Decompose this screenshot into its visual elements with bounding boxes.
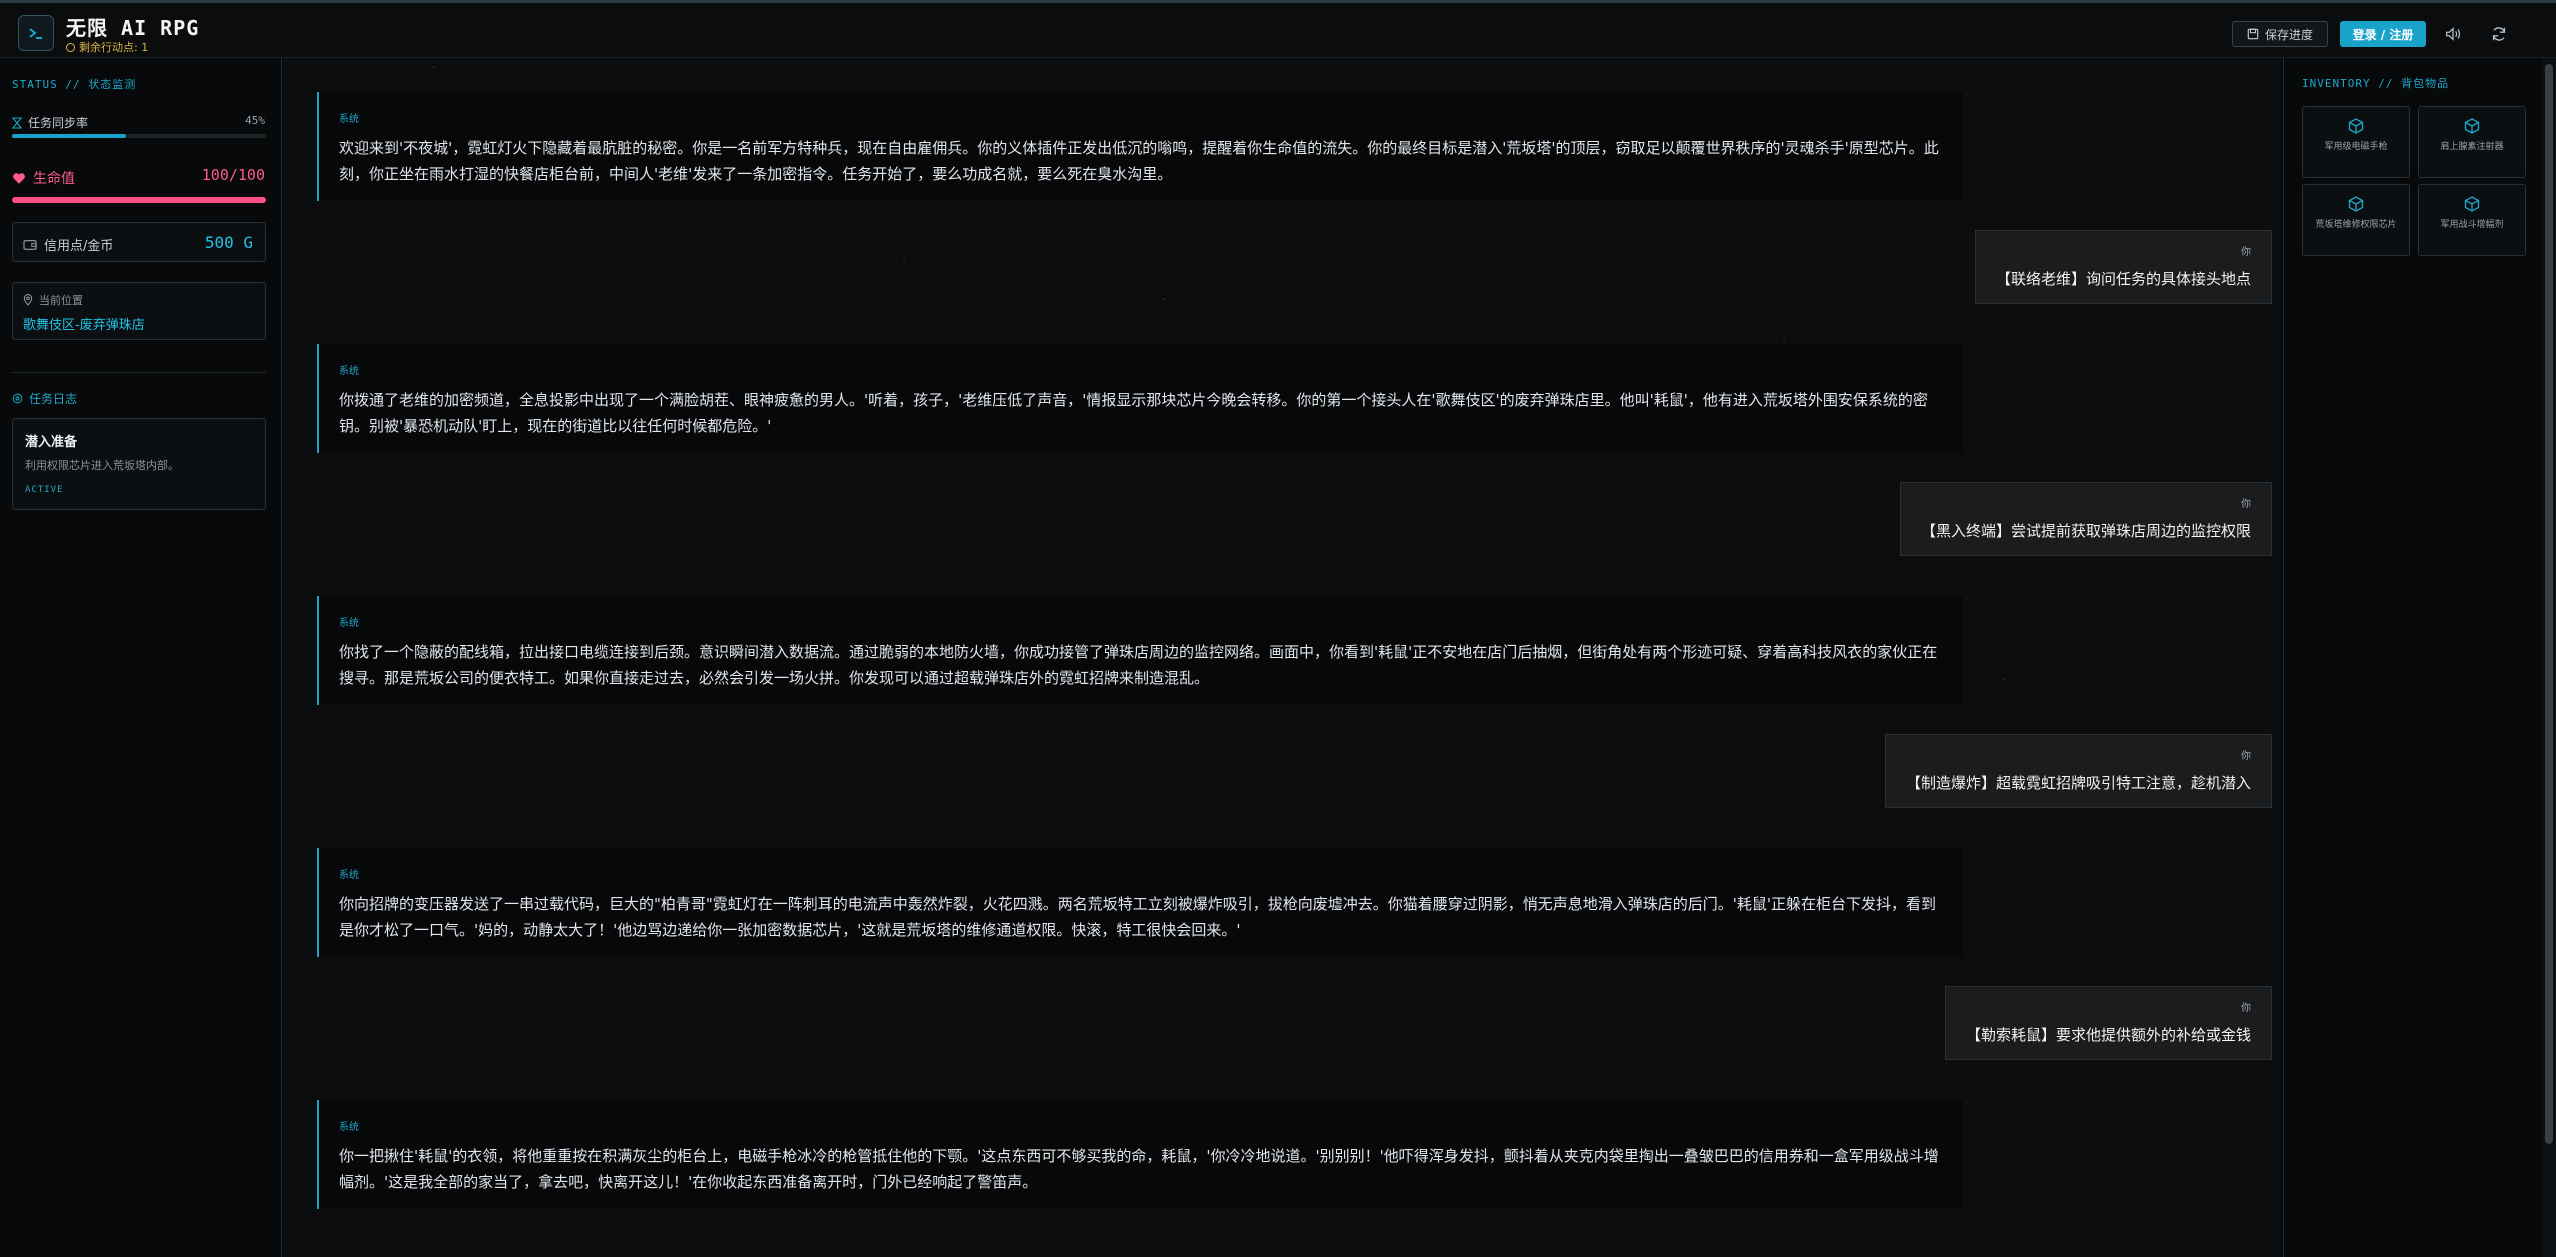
location-value: 歌舞伎区-废弃弹珠店 (23, 318, 145, 333)
user-action-text: 【联络老维】询问任务的具体接头地点 (1995, 270, 2251, 288)
user-action-message: 你 【勒索耗鼠】要求他提供额外的补给或金钱 (1944, 986, 2272, 1060)
save-progress-button[interactable]: 保存进度 (2232, 21, 2328, 47)
system-tag: 系统 (339, 1122, 359, 1133)
cube-icon (2348, 118, 2364, 134)
system-tag: 系统 (339, 366, 359, 377)
save-progress-label: 保存进度 (2264, 27, 2313, 42)
divider (12, 372, 266, 373)
terminal-icon (18, 15, 54, 51)
hp-bar-fill (12, 197, 266, 203)
user-action-message: 你 【联络老维】询问任务的具体接头地点 (1974, 230, 2272, 304)
user-tag: 你 (2241, 247, 2251, 258)
scrollbar[interactable] (2542, 58, 2556, 1257)
location-card: 当前位置 歌舞伎区-废弃弹珠店 (12, 282, 266, 340)
system-message: 系统 你拨通了老维的加密频道，全息投影中出现了一个满脸胡茬、眼神疲惫的男人。'听… (317, 344, 1963, 453)
action-points-text: 剩余行动点: 1 (79, 41, 149, 54)
save-icon (2247, 28, 2259, 40)
login-register-button[interactable]: 登录 / 注册 (2340, 21, 2426, 47)
clock-icon (66, 42, 75, 52)
cube-icon (2348, 196, 2364, 212)
user-action-message: 你 【黑入终端】尝试提前获取弹珠店周边的监控权限 (1899, 482, 2272, 556)
user-action-text: 【勒索耗鼠】要求他提供额外的补给或金钱 (1965, 1026, 2251, 1044)
system-tag: 系统 (339, 114, 359, 125)
starfield-dot (1163, 298, 1165, 300)
system-message-text: 你拨通了老维的加密频道，全息投影中出现了一个满脸胡茬、眼神疲惫的男人。'听着，孩… (339, 391, 1928, 435)
user-action-text: 【黑入终端】尝试提前获取弹珠店周边的监控权限 (1920, 522, 2251, 540)
map-pin-icon (23, 294, 33, 306)
system-message: 系统 你向招牌的变压器发送了一串过载代码，巨大的"柏青哥"霓虹灯在一阵刺耳的电流… (317, 848, 1963, 957)
system-message-text: 你找了一个隐蔽的配线箱，拉出接口电缆连接到后颈。意识瞬间潜入数据流。通过脆弱的本… (339, 643, 1938, 687)
sync-progress-fill (12, 134, 127, 138)
starfield-dot (1783, 338, 1785, 340)
story-feed[interactable]: 系统 欢迎来到'不夜城'，霓虹灯火下隐藏着最肮脏的秘密。你是一名前军方特种兵，现… (283, 58, 2282, 1257)
quest-title: 潜入准备 (25, 435, 78, 450)
starfield-dot (433, 66, 435, 68)
system-tag: 系统 (339, 618, 359, 629)
system-message: 系统 欢迎来到'不夜城'，霓虹灯火下隐藏着最肮脏的秘密。你是一名前军方特种兵，现… (317, 92, 1963, 201)
user-tag: 你 (2241, 751, 2251, 762)
inventory-panel: INVENTORY // 背包物品 军用级电磁手枪 肩上腺素注射器 荒坂塔维修权… (2283, 58, 2541, 1257)
inventory-item-name: 军用级电磁手枪 (2324, 142, 2388, 152)
sync-rate: 任务同步率 (12, 114, 88, 131)
starfield-dot (903, 258, 905, 260)
top-bar: 无限 AI RPG 剩余行动点: 1 保存进度 登录 / 注册 (0, 0, 2556, 58)
user-action-text: 【制造爆炸】超载霓虹招牌吸引特工注意，趁机潜入 (1905, 774, 2251, 792)
system-message-text: 你向招牌的变压器发送了一串过载代码，巨大的"柏青哥"霓虹灯在一阵刺耳的电流声中轰… (339, 895, 1937, 939)
volume-icon (2446, 27, 2461, 41)
cube-icon (2464, 118, 2480, 134)
app-title: 无限 AI RPG (66, 16, 200, 40)
inventory-item[interactable]: 荒坂塔维修权限芯片 (2302, 184, 2410, 256)
sync-rate-value: 45% (245, 114, 265, 127)
target-icon (12, 393, 23, 404)
hp-bar (12, 197, 266, 203)
user-tag: 你 (2241, 499, 2251, 510)
system-message: 系统 你一把揪住'耗鼠'的衣领，将他重重按在积满灰尘的柜台上，电磁手枪冰冷的枪管… (317, 1100, 1963, 1209)
quest-card[interactable]: 潜入准备 利用权限芯片进入荒坂塔内部。 ACTIVE (12, 418, 266, 510)
quest-log-label: 任务日志 (29, 392, 78, 406)
user-tag: 你 (2241, 1003, 2251, 1014)
location-label: 当前位置 (39, 294, 83, 307)
refresh-icon (2492, 27, 2506, 41)
heart-icon (13, 172, 25, 184)
status-panel: STATUS // 状态监测 任务同步率 45% 生命值 100/100 信用点… (0, 58, 282, 1257)
inventory-item[interactable]: 军用战斗增幅剂 (2418, 184, 2526, 256)
credits-value: 500 G (204, 233, 253, 252)
sync-rate-label: 任务同步率 (28, 116, 89, 130)
system-message-text: 欢迎来到'不夜城'，霓虹灯火下隐藏着最肮脏的秘密。你是一名前军方特种兵，现在自由… (339, 139, 1939, 183)
hp-label: 生命值 (33, 171, 75, 187)
system-message: 系统 你找了一个隐蔽的配线箱，拉出接口电缆连接到后颈。意识瞬间潜入数据流。通过脆… (317, 596, 1963, 705)
inventory-item[interactable]: 肩上腺素注射器 (2418, 106, 2526, 178)
action-points: 剩余行动点: 1 (66, 39, 148, 55)
scrollbar-thumb[interactable] (2545, 64, 2553, 1144)
hp: 生命值 (12, 168, 75, 188)
credits-card: 信用点/金币 500 G (12, 222, 266, 262)
system-tag: 系统 (339, 870, 359, 881)
hourglass-icon (12, 116, 22, 129)
user-action-message: 你 【制造爆炸】超载霓虹招牌吸引特工注意，趁机潜入 (1884, 734, 2272, 808)
inventory-item[interactable]: 军用级电磁手枪 (2302, 106, 2410, 178)
inventory-item-name: 肩上腺素注射器 (2440, 142, 2504, 152)
quest-status: ACTIVE (25, 485, 64, 495)
volume-button[interactable] (2440, 21, 2466, 47)
quest-description: 利用权限芯片进入荒坂塔内部。 (25, 459, 179, 472)
cube-icon (2464, 196, 2480, 212)
wallet-icon (23, 239, 37, 250)
system-message-text: 你一把揪住'耗鼠'的衣领，将他重重按在积满灰尘的柜台上，电磁手枪冰冷的枪管抵住他… (339, 1147, 1939, 1191)
refresh-button[interactable] (2486, 21, 2512, 47)
sync-progress-bar (12, 134, 266, 138)
inventory-heading: INVENTORY // 背包物品 (2302, 77, 2450, 90)
inventory-item-name: 荒坂塔维修权限芯片 (2315, 220, 2397, 230)
quest-log-heading: 任务日志 (12, 390, 77, 407)
credits-label: 信用点/金币 (44, 239, 114, 254)
starfield-dot (2003, 678, 2005, 680)
status-heading: STATUS // 状态监测 (12, 78, 137, 91)
inventory-item-name: 军用战斗增幅剂 (2440, 220, 2504, 230)
hp-value: 100/100 (201, 166, 265, 184)
